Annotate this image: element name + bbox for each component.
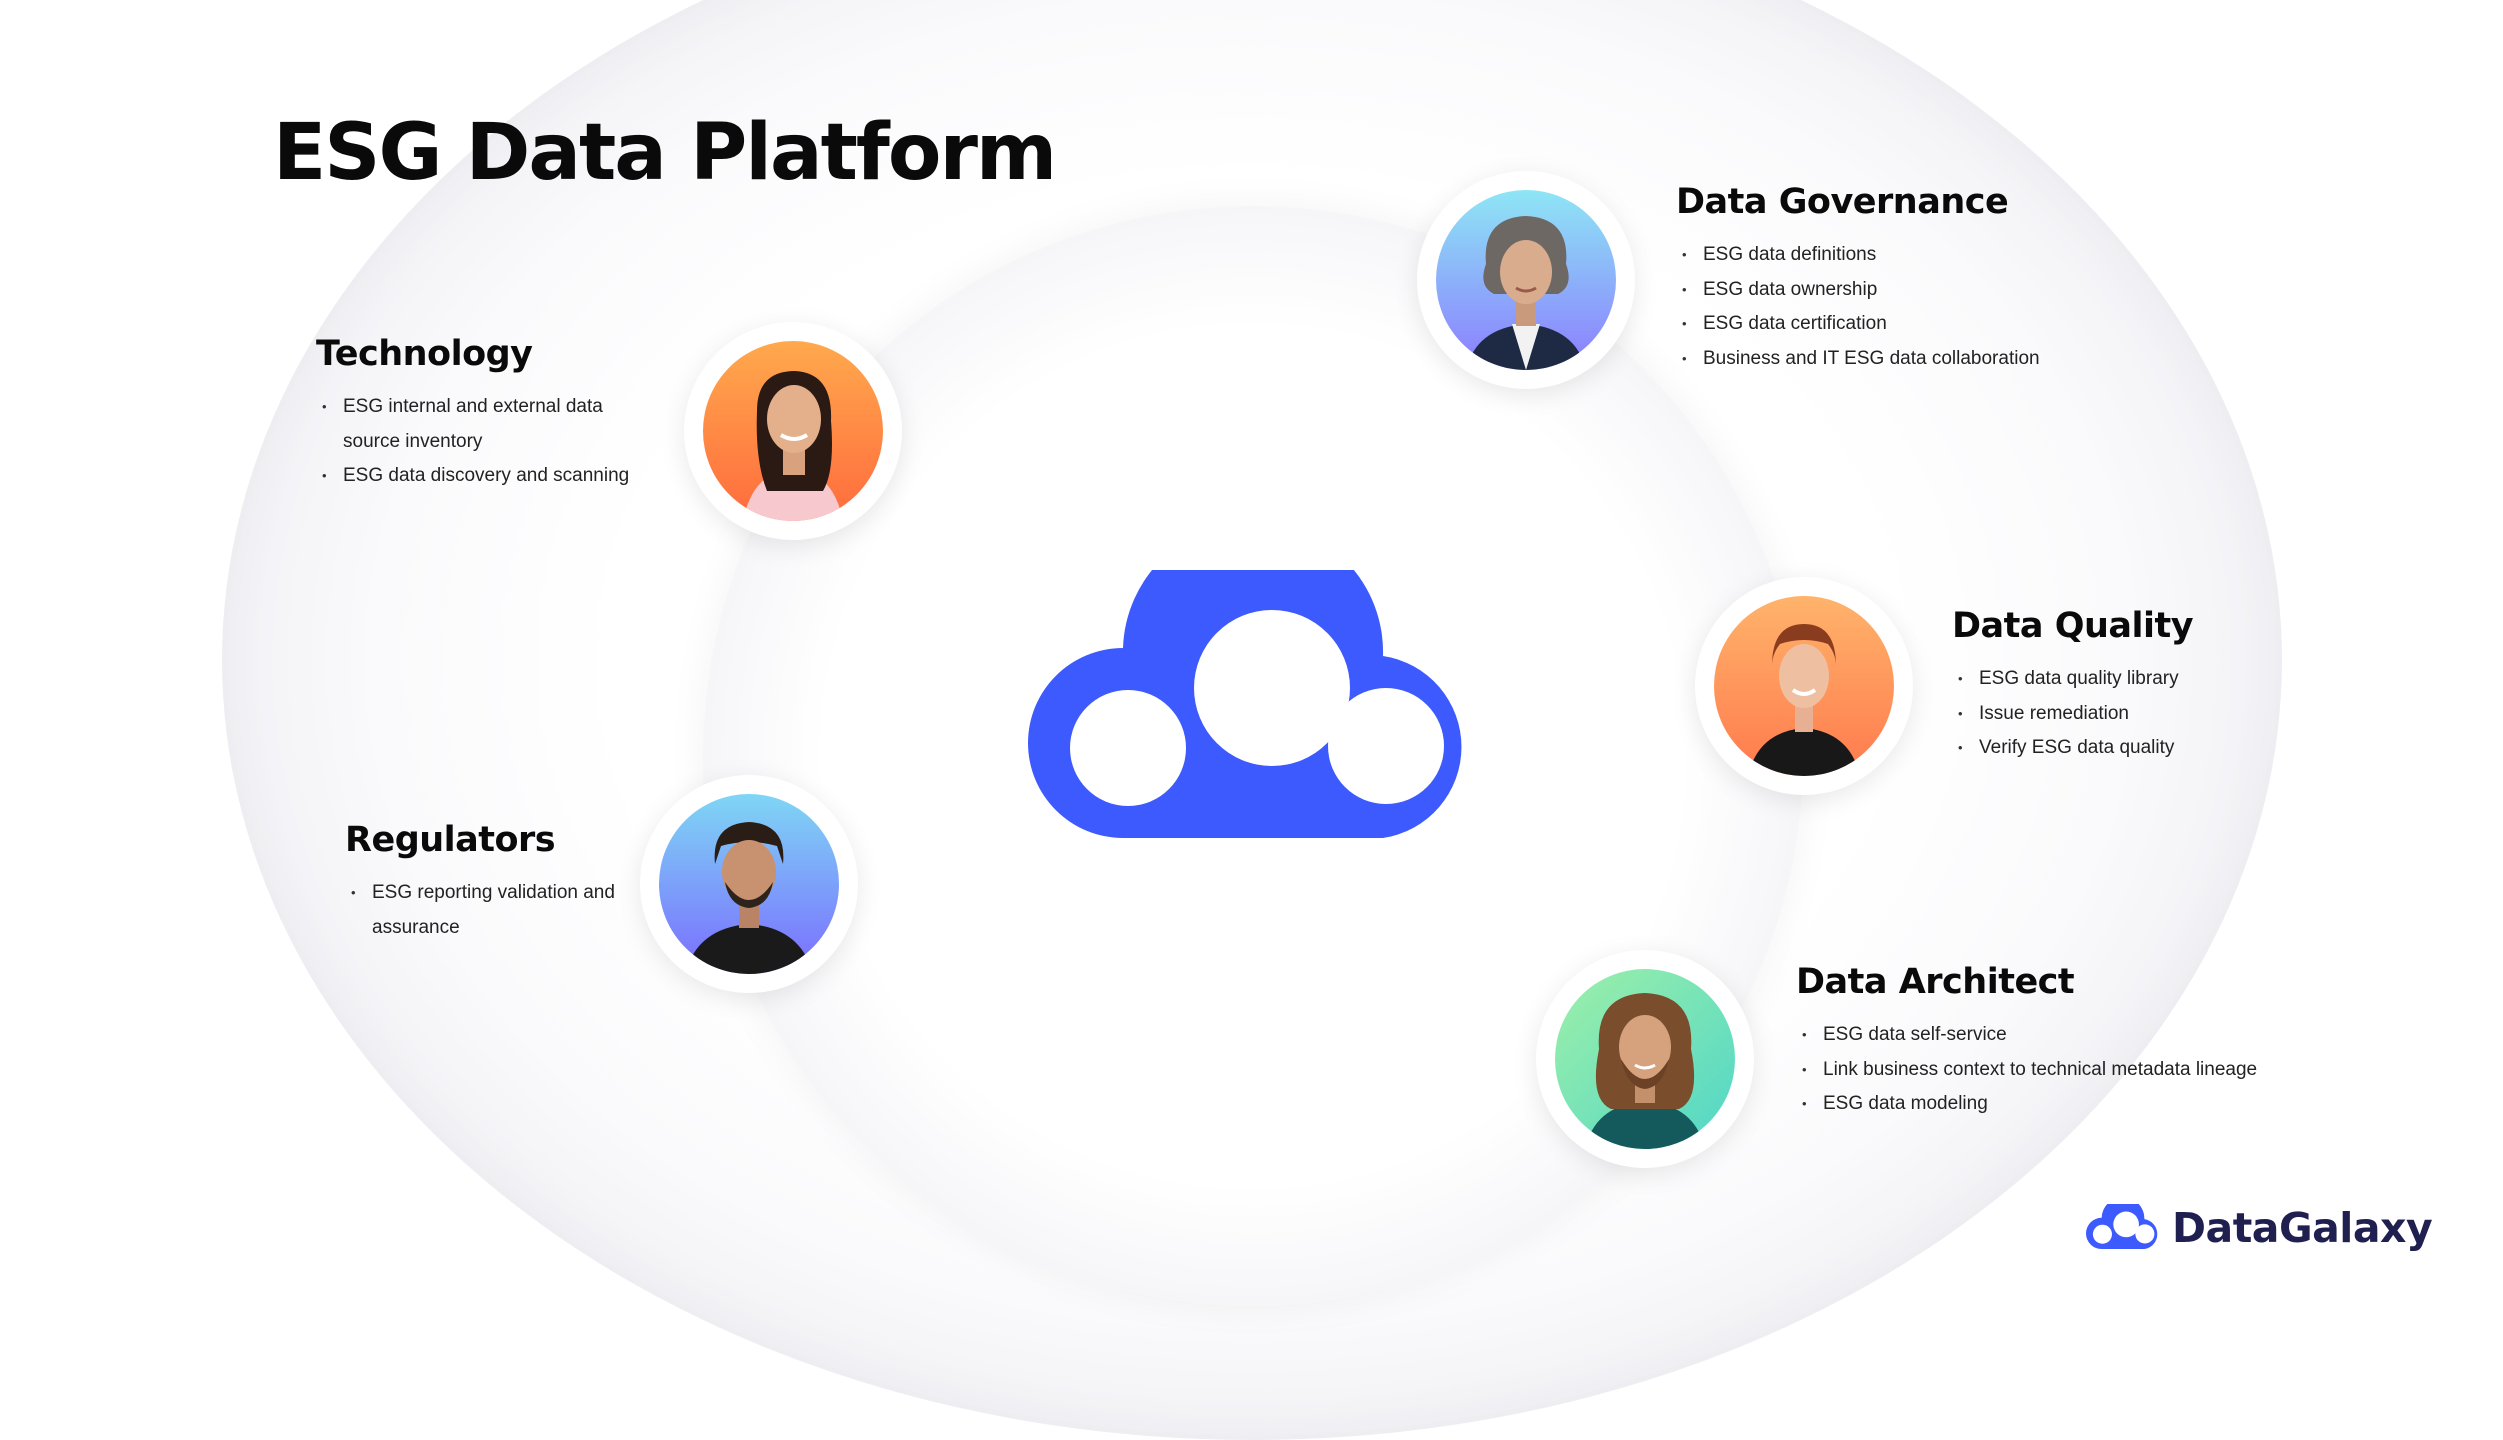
quality-list: ESG data quality library Issue remediati… (1952, 662, 2282, 766)
governance-list: ESG data definitions ESG data ownership … (1676, 238, 2156, 376)
person-photo (1436, 190, 1616, 370)
technology-section: Technology ESG internal and external dat… (316, 334, 656, 494)
technology-list: ESG internal and external data source in… (316, 390, 656, 494)
list-item: ESG internal and external data source in… (322, 390, 656, 459)
quality-avatar (1695, 577, 1913, 795)
list-item: ESG data certification (1682, 307, 2156, 342)
architect-title: Data Architect (1796, 962, 2075, 1002)
brand-logo: DataGalaxy (2086, 1204, 2433, 1252)
list-item: ESG data definitions (1682, 238, 2156, 273)
governance-section: Data Governance ESG data definitions ESG… (1676, 182, 2156, 376)
list-item: ESG data self-service (1802, 1018, 2266, 1053)
regulators-avatar (640, 775, 858, 993)
list-item: ESG data modeling (1802, 1087, 2266, 1122)
list-item: Verify ESG data quality (1958, 731, 2282, 766)
person-photo (703, 341, 883, 521)
list-item: Business and IT ESG data collaboration (1682, 342, 2156, 377)
architect-list: ESG data self-service Link business cont… (1796, 1018, 2266, 1122)
list-item: ESG reporting validation and assurance (351, 876, 645, 945)
list-item: Link business context to technical metad… (1802, 1053, 2266, 1088)
brand-name: DataGalaxy (2172, 1204, 2433, 1252)
cloud-icon (1028, 521, 1478, 855)
regulators-section: Regulators ESG reporting validation and … (345, 820, 645, 945)
technology-avatar (684, 322, 902, 540)
architect-avatar (1536, 950, 1754, 1168)
person-photo (659, 794, 839, 974)
list-item: ESG data ownership (1682, 273, 2156, 308)
regulators-title: Regulators (345, 820, 556, 860)
person-photo (1714, 596, 1894, 776)
list-item: Issue remediation (1958, 697, 2282, 732)
architect-section: Data Architect ESG data self-service Lin… (1796, 962, 2266, 1122)
list-item: ESG data discovery and scanning (322, 459, 656, 494)
regulators-list: ESG reporting validation and assurance (345, 876, 645, 945)
technology-title: Technology (316, 334, 533, 374)
brand-cloud-icon (2086, 1204, 2158, 1250)
list-item: ESG data quality library (1958, 662, 2282, 697)
quality-section: Data Quality ESG data quality library Is… (1952, 606, 2282, 766)
person-photo (1555, 969, 1735, 1149)
governance-title: Data Governance (1676, 182, 2009, 222)
page-title: ESG Data Platform (273, 108, 1057, 198)
governance-avatar (1417, 171, 1635, 389)
quality-title: Data Quality (1952, 606, 2194, 646)
